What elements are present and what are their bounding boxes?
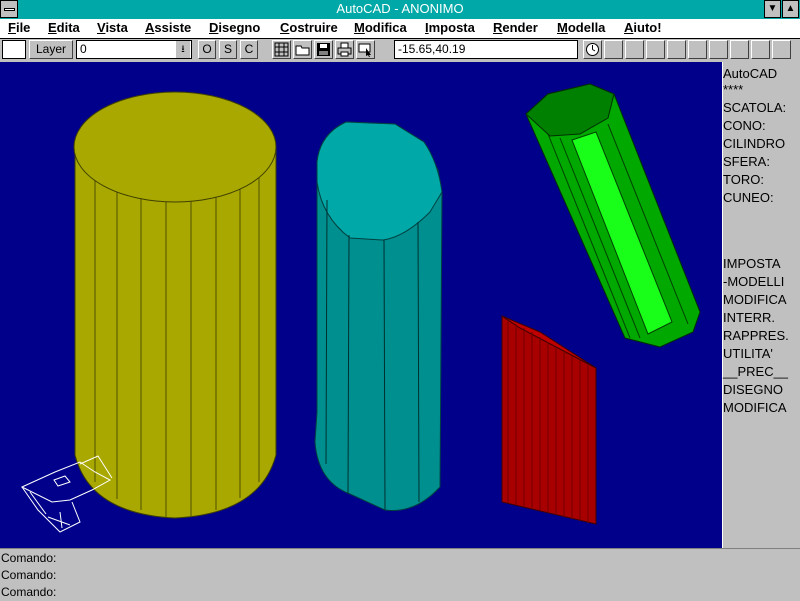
triangle-down-icon: ▼ xyxy=(767,3,778,14)
layer-button[interactable]: Layer xyxy=(29,40,73,59)
screen-menu-item[interactable]: DISEGNO xyxy=(723,382,783,397)
menu-bar: File Edita Vista Assiste Disegno Costrui… xyxy=(0,19,800,39)
maximize-button[interactable]: ▲ xyxy=(782,0,799,18)
menu-edita[interactable]: Edita xyxy=(48,20,80,35)
menu-vista[interactable]: Vista xyxy=(97,20,128,35)
screen-menu-header[interactable]: AutoCAD xyxy=(723,66,777,81)
menu-disegno[interactable]: Disegno xyxy=(209,20,260,35)
screen-menu-stars[interactable]: **** xyxy=(723,82,743,97)
screen-menu-item[interactable]: INTERR. xyxy=(723,310,775,325)
toolbar-slot-3[interactable] xyxy=(646,40,665,59)
layer-select[interactable]: 0 ⭳ xyxy=(76,40,192,59)
toolbar-slot-4[interactable] xyxy=(667,40,686,59)
layer-value: 0 xyxy=(80,42,87,56)
screen-menu-item[interactable]: RAPPRES. xyxy=(723,328,789,343)
title-bar: AutoCAD - ANONIMO ▼ ▲ xyxy=(0,0,800,19)
triangle-up-icon: ▲ xyxy=(785,3,796,14)
command-prompt[interactable]: Comando: xyxy=(1,585,56,599)
toolbar-slot-8[interactable] xyxy=(751,40,770,59)
toolbar-slot-1[interactable] xyxy=(604,40,623,59)
menu-file[interactable]: File xyxy=(8,20,30,35)
toolbar-slot-5[interactable] xyxy=(688,40,707,59)
screen-menu-item[interactable]: SCATOLA: xyxy=(723,100,786,115)
command-line: Comando: xyxy=(1,568,57,582)
save-disk-icon[interactable] xyxy=(314,40,333,59)
command-line: Comando: xyxy=(1,551,57,565)
screen-menu-item[interactable]: CILINDRO xyxy=(723,136,785,151)
color-swatch[interactable] xyxy=(2,40,26,59)
menu-costruire[interactable]: Costruire xyxy=(280,20,338,35)
screen-menu-item[interactable]: TORO: xyxy=(723,172,764,187)
screen-menu: AutoCAD **** SCATOLA: CONO: CILINDRO SFE… xyxy=(722,62,800,548)
screen-menu-item[interactable]: CUNEO: xyxy=(723,190,774,205)
toolbar-slot-7[interactable] xyxy=(730,40,749,59)
red-box[interactable] xyxy=(501,315,597,525)
clock-icon[interactable] xyxy=(583,40,602,59)
screen-menu-item[interactable]: SFERA: xyxy=(723,154,770,169)
pointer-icon[interactable] xyxy=(356,40,375,59)
command-line-area[interactable]: Comando: Comando: Comando: xyxy=(0,548,800,601)
toolbar-slot-6[interactable] xyxy=(709,40,728,59)
drawing-viewport[interactable] xyxy=(0,62,722,548)
screen-menu-item[interactable]: UTILITA' xyxy=(723,346,773,361)
menu-render[interactable]: Render xyxy=(493,20,538,35)
menu-aiuto[interactable]: Aiuto! xyxy=(624,20,662,35)
open-folder-icon[interactable] xyxy=(293,40,312,59)
cyan-cylinder[interactable] xyxy=(314,121,443,512)
green-cylinder[interactable] xyxy=(525,83,701,348)
menu-imposta[interactable]: Imposta xyxy=(425,20,475,35)
ortho-button[interactable]: O xyxy=(198,40,216,59)
screen-menu-item[interactable]: -MODELLI xyxy=(723,274,784,289)
window-title: AutoCAD - ANONIMO xyxy=(336,1,464,16)
menu-modella[interactable]: Modella xyxy=(557,20,605,35)
toolbar-slot-9[interactable] xyxy=(772,40,791,59)
c-button[interactable]: C xyxy=(240,40,258,59)
minimize-button[interactable]: ▼ xyxy=(764,0,781,18)
menu-modifica[interactable]: Modifica xyxy=(354,20,407,35)
toolbar-slot-2[interactable] xyxy=(625,40,644,59)
coordinate-display: -15.65,40.19 xyxy=(394,40,578,59)
screen-menu-item[interactable]: CONO: xyxy=(723,118,766,133)
dropdown-arrow-icon[interactable]: ⭳ xyxy=(176,41,190,58)
print-icon[interactable] xyxy=(335,40,354,59)
grid-icon[interactable] xyxy=(272,40,291,59)
yellow-cylinder[interactable] xyxy=(73,91,277,519)
screen-menu-item[interactable]: MODIFICA xyxy=(723,292,787,307)
snap-button[interactable]: S xyxy=(219,40,237,59)
toolbar: Layer 0 ⭳ O S C -15.65,40.19 xyxy=(0,39,800,62)
menu-assiste[interactable]: Assiste xyxy=(145,20,191,35)
screen-menu-item[interactable]: IMPOSTA xyxy=(723,256,781,271)
screen-menu-item[interactable]: __PREC__ xyxy=(723,364,788,379)
screen-menu-item[interactable]: MODIFICA xyxy=(723,400,787,415)
